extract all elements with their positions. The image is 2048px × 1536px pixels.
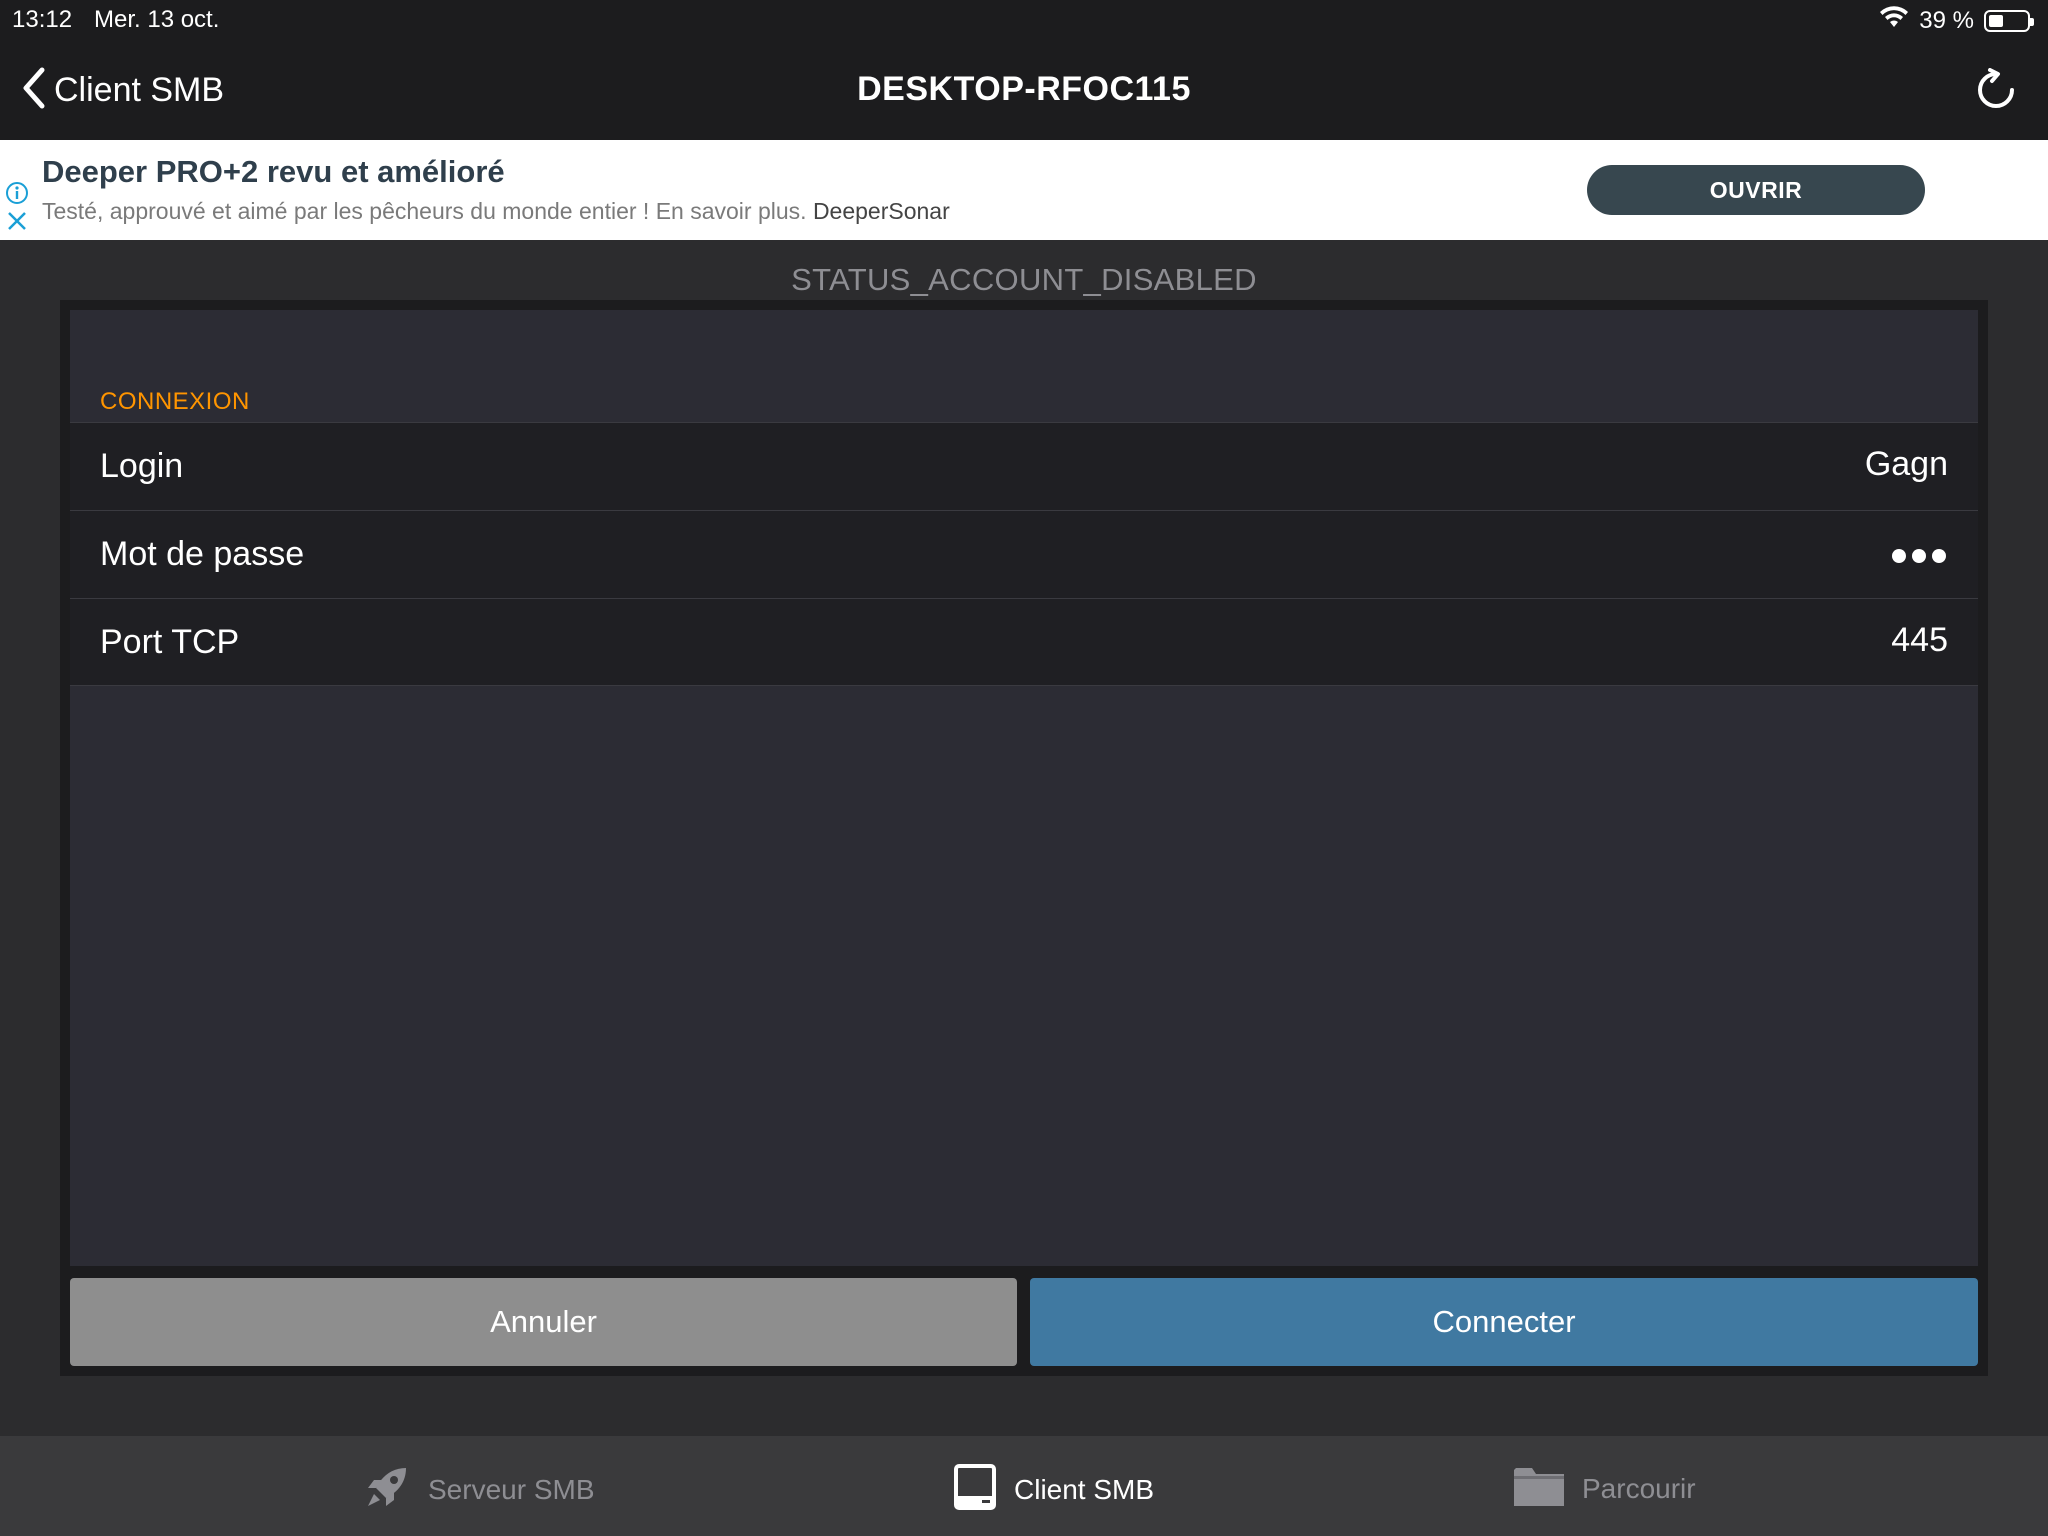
page-title: DESKTOP-RFOC115 bbox=[857, 70, 1191, 108]
tab-serveur-smb-label: Serveur SMB bbox=[428, 1473, 595, 1505]
status-indicators: 39 % bbox=[1879, 5, 2034, 36]
status-time: 13:12 bbox=[12, 6, 73, 33]
tcp-port-field[interactable]: Port TCP 445 bbox=[70, 598, 1978, 686]
ad-title[interactable]: Deeper PRO+2 revu et amélioré bbox=[42, 154, 505, 190]
ad-description-text: Testé, approuvé et aimé par les pêcheurs… bbox=[42, 198, 807, 224]
connection-form: CONNEXION Login Gagn Mot de passe Port T… bbox=[70, 310, 1978, 1266]
battery-percent: 39 % bbox=[1919, 6, 1974, 34]
section-header-connexion: CONNEXION bbox=[100, 388, 250, 415]
password-masked-value[interactable] bbox=[1892, 549, 1946, 563]
refresh-icon bbox=[1974, 68, 2018, 116]
connect-button[interactable]: Connecter bbox=[1030, 1278, 1978, 1366]
battery-fill bbox=[1989, 14, 2003, 27]
tab-serveur-smb[interactable]: Serveur SMB bbox=[362, 1462, 595, 1517]
tab-client-smb-label: Client SMB bbox=[1014, 1473, 1155, 1505]
tcp-port-value[interactable]: 445 bbox=[1891, 621, 1948, 660]
error-status-message: STATUS_ACCOUNT_DISABLED bbox=[791, 262, 1257, 297]
connection-dialog: CONNEXION Login Gagn Mot de passe Port T… bbox=[60, 300, 1988, 1376]
ad-open-button[interactable]: OUVRIR bbox=[1587, 165, 1925, 215]
rocket-icon bbox=[362, 1462, 412, 1517]
password-field[interactable]: Mot de passe bbox=[70, 510, 1978, 598]
tab-client-smb[interactable]: Client SMB bbox=[952, 1462, 1154, 1517]
cancel-button[interactable]: Annuler bbox=[70, 1278, 1017, 1366]
tcp-port-label: Port TCP bbox=[100, 623, 240, 661]
battery-icon bbox=[1984, 9, 2034, 32]
ad-brand: DeeperSonar bbox=[812, 198, 950, 224]
tab-parcourir[interactable]: Parcourir bbox=[1512, 1462, 1696, 1515]
password-label: Mot de passe bbox=[100, 535, 305, 573]
tab-parcourir-label: Parcourir bbox=[1582, 1472, 1696, 1504]
login-field[interactable]: Login Gagn bbox=[70, 422, 1978, 510]
ad-info-icon[interactable] bbox=[4, 180, 30, 211]
status-bar: 13:12 Mer. 13 oct. 39 % bbox=[0, 0, 2048, 40]
ad-description[interactable]: Testé, approuvé et aimé par les pêcheurs… bbox=[42, 198, 950, 225]
laptop-icon bbox=[952, 1462, 998, 1517]
login-label: Login bbox=[100, 447, 184, 485]
wifi-icon bbox=[1879, 5, 1909, 36]
refresh-button[interactable] bbox=[1974, 68, 2018, 117]
tab-bar: Serveur SMB Client SMB Parcourir bbox=[0, 1436, 2048, 1536]
status-date: Mer. 13 oct. bbox=[94, 6, 220, 33]
ad-close-icon[interactable] bbox=[6, 210, 28, 237]
login-value[interactable]: Gagn bbox=[1865, 445, 1948, 484]
navigation-bar: Client SMB DESKTOP-RFOC115 bbox=[0, 40, 2048, 140]
folder-icon bbox=[1512, 1462, 1566, 1515]
